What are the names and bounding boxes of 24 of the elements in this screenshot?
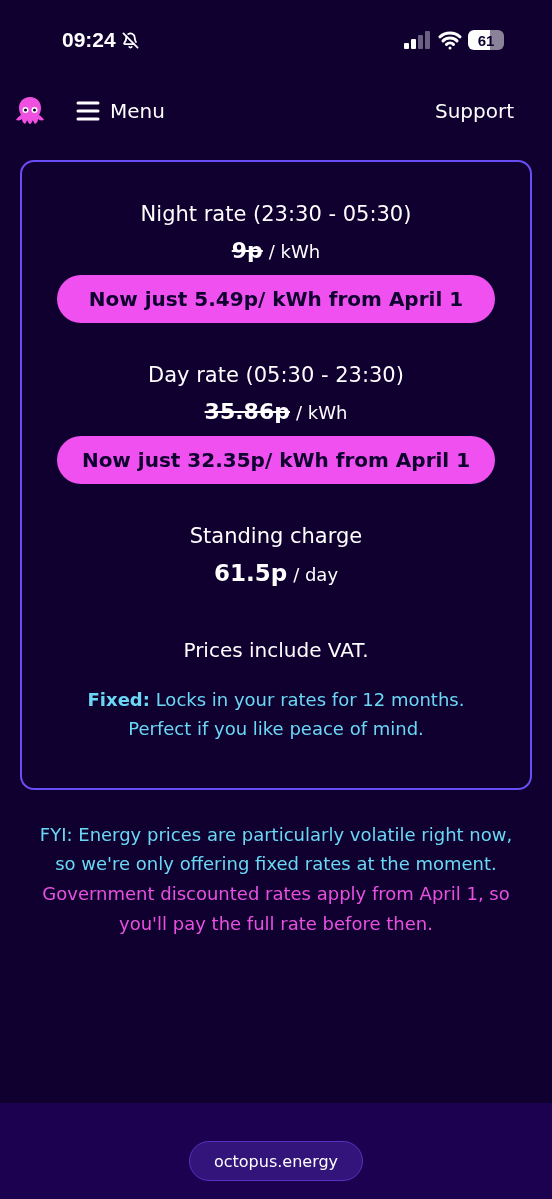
rate-name: Night rate (23:30 - 05:30)	[140, 202, 412, 226]
info-note: Government discounted rates apply from April 1, so you'll pay the full rate before then.	[41, 881, 511, 936]
old-price: 9p	[231, 238, 263, 263]
support-link[interactable]: Support	[434, 99, 514, 123]
signal-icon	[404, 31, 432, 49]
muted-bell-icon	[121, 31, 139, 49]
status-time: 09:24	[62, 28, 116, 52]
rate-name: Day rate (05:30 - 23:30)	[148, 363, 404, 387]
price-unit: / kWh	[268, 241, 321, 262]
standing-charge-price: 61.5p	[213, 560, 288, 586]
menu-icon	[76, 101, 100, 121]
battery-indicator: 61	[468, 30, 504, 50]
vat-note: Prices include VAT.	[183, 638, 369, 662]
price-unit: / day	[293, 564, 339, 585]
standing-charge-label: Standing charge	[189, 524, 363, 548]
price-unit: / kWh	[295, 402, 348, 423]
octopus-logo-icon	[14, 95, 46, 127]
url-pill[interactable]: octopus.energy	[188, 1141, 364, 1181]
menu-button[interactable]: Menu	[76, 99, 165, 123]
fixed-rate-note: Fixed: Locks in your rates for 12 months. Perfect if you like peace of mind.	[86, 688, 466, 741]
offer-banner: Now just 5.49p/ kWh from April 1	[57, 275, 495, 323]
old-price: 35.86p	[204, 399, 290, 424]
info-note: FYI: Energy prices are particularly volatile right now, so we're only offering fixed rates at the moment.	[38, 822, 514, 877]
offer-banner: Now just 32.35p/ kWh from April 1	[57, 436, 495, 484]
